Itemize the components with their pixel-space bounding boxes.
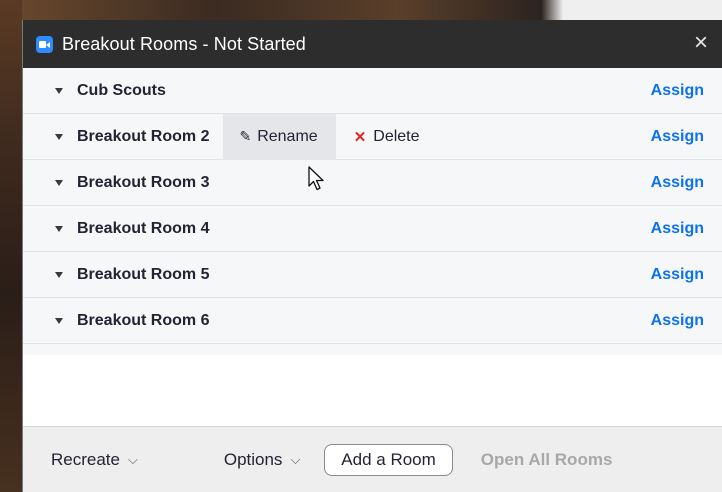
room-list: Cub Scouts Assign Breakout Room 2 ✎ Rena… <box>23 68 722 355</box>
caret-down-icon[interactable] <box>55 317 63 324</box>
assign-link[interactable]: Assign <box>651 220 704 238</box>
rename-button[interactable]: ✎ Rename <box>223 113 336 160</box>
x-icon: ✕ <box>353 128 367 146</box>
room-row-breakout-room-3[interactable]: Breakout Room 3 Assign <box>23 160 722 206</box>
caret-down-icon[interactable] <box>55 87 63 94</box>
caret-down-icon[interactable] <box>55 179 63 186</box>
assign-link[interactable]: Assign <box>651 174 704 192</box>
room-name: Breakout Room 3 <box>77 173 210 191</box>
chevron-down-icon: ⌵ <box>290 451 301 467</box>
mouse-cursor-icon <box>308 166 324 191</box>
recreate-label: Recreate <box>51 449 120 469</box>
options-dropdown[interactable]: Options ⌵ <box>224 450 300 470</box>
assign-link[interactable]: Assign <box>651 128 704 146</box>
assign-link[interactable]: Assign <box>651 312 704 330</box>
assign-link[interactable]: Assign <box>651 266 704 284</box>
close-icon[interactable]: × <box>688 30 714 56</box>
desktop-background-top <box>0 0 722 20</box>
chevron-down-icon: ⌵ <box>127 451 138 467</box>
options-label: Options <box>223 449 283 469</box>
room-name: Breakout Room 6 <box>77 311 210 329</box>
desktop-background-left <box>0 0 22 492</box>
breakout-rooms-window: Breakout Rooms - Not Started × Cub Scout… <box>22 20 722 492</box>
open-all-rooms-button[interactable]: Open All Rooms <box>481 450 613 470</box>
title-bar: Breakout Rooms - Not Started × <box>23 20 722 68</box>
caret-down-icon[interactable] <box>55 133 63 140</box>
room-list-empty-area <box>23 355 722 429</box>
assign-link[interactable]: Assign <box>651 82 704 100</box>
room-row-breakout-room-5[interactable]: Breakout Room 5 Assign <box>23 252 722 298</box>
room-row-breakout-room-4[interactable]: Breakout Room 4 Assign <box>23 206 722 252</box>
delete-button[interactable]: ✕ Delete <box>336 114 434 160</box>
delete-label: Delete <box>373 127 420 145</box>
room-row-breakout-room-6[interactable]: Breakout Room 6 Assign <box>23 298 722 344</box>
room-row-cub-scouts[interactable]: Cub Scouts Assign <box>23 68 722 114</box>
window-title: Breakout Rooms - Not Started <box>62 33 306 54</box>
recreate-dropdown[interactable]: Recreate ⌵ <box>51 450 138 470</box>
room-name: Breakout Room 2 <box>77 127 210 145</box>
room-row-breakout-room-2[interactable]: Breakout Room 2 ✎ Rename ✕ Delete Assign <box>23 113 722 160</box>
caret-down-icon[interactable] <box>55 271 63 278</box>
add-room-button[interactable]: Add a Room <box>324 443 453 476</box>
footer-toolbar: Recreate ⌵ Options ⌵ Add a Room Open All… <box>23 426 722 492</box>
caret-down-icon[interactable] <box>55 225 63 232</box>
room-name: Cub Scouts <box>77 81 166 99</box>
room-name: Breakout Room 5 <box>77 265 210 283</box>
room-name: Breakout Room 4 <box>77 219 210 237</box>
pencil-icon: ✎ <box>239 128 252 144</box>
room-hover-actions: ✎ Rename ✕ Delete <box>223 113 434 160</box>
zoom-app-icon <box>36 35 53 53</box>
rename-label: Rename <box>257 127 318 145</box>
